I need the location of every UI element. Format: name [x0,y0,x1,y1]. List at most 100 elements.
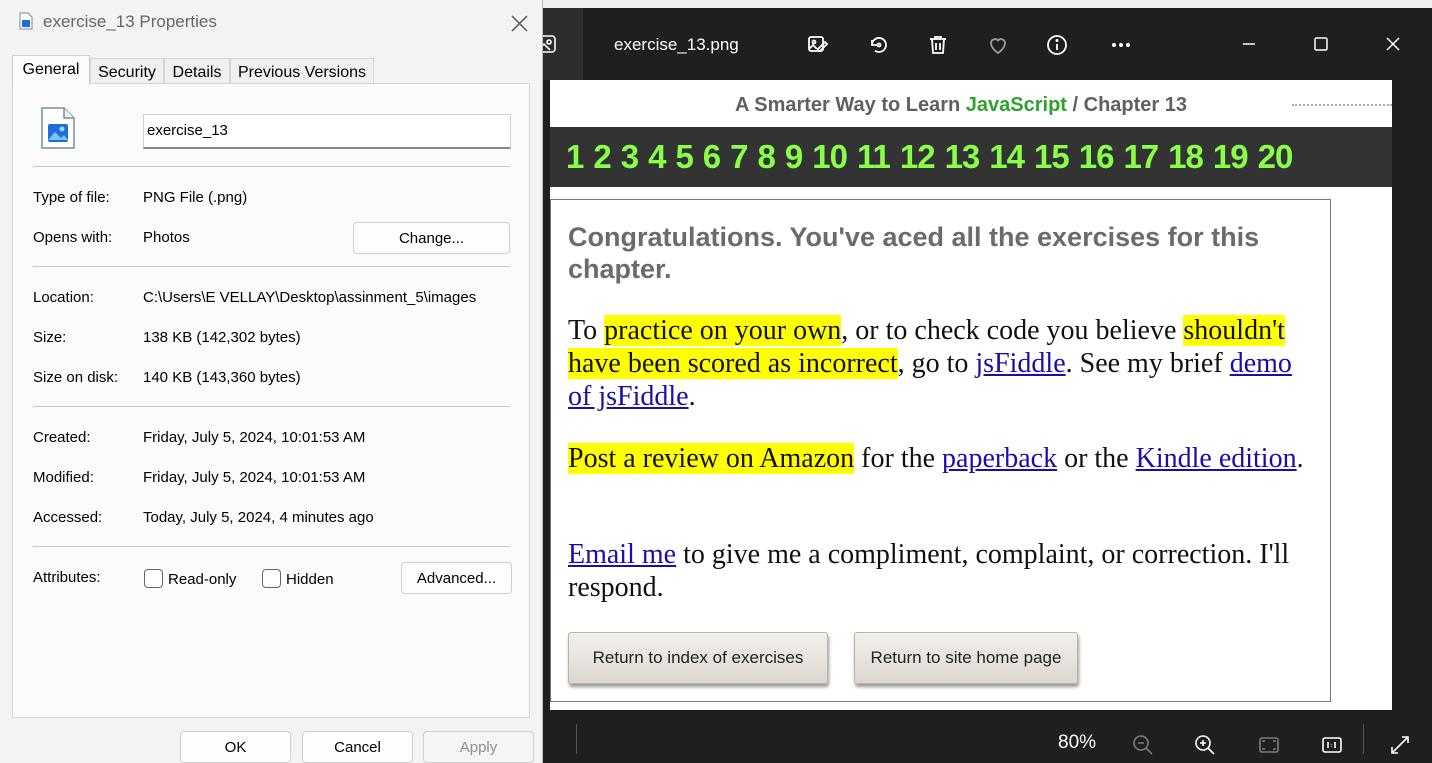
minimize-icon[interactable] [1229,28,1269,60]
favorite-heart-icon[interactable] [981,28,1015,62]
p1-text-a: To [568,315,605,346]
tab-security[interactable]: Security [90,58,164,85]
congrats-box: Congratulations. You've aced all the exe… [550,199,1331,702]
review-paragraph: Post a review on Amazon for the paperbac… [568,442,1308,475]
return-index-button-image: Return to index of exercises [568,632,828,684]
zoom-out-icon[interactable] [1128,730,1158,760]
chapter-number-bar: 1 2 3 4 5 6 7 8 9 10 11 12 13 14 15 16 17 18 19 20 [550,127,1392,187]
chapter-number: 20 [1257,138,1294,175]
congrats-text: Congratulations. You've aced all the exe… [568,222,1260,284]
size-on-disk-value: 140 KB (143,360 bytes) [143,369,301,386]
size-on-disk-label: Size on disk: [33,369,119,386]
paperback-link: paperback [942,443,1058,474]
maximize-icon[interactable] [1301,28,1341,60]
opens-with-value: Photos [143,229,190,246]
chapter-number: 5 [675,138,693,175]
email-link: Email me [568,539,677,570]
photos-filename: exercise_13.png [614,35,739,54]
edit-image-icon[interactable] [801,28,835,62]
chapter-number: 18 [1168,138,1204,175]
chapter-number: 4 [648,138,666,175]
practice-paragraph: To practice on your own, or to check cod… [568,314,1308,413]
dialog-title: exercise_13 Properties [43,12,217,31]
photos-titlebar: exercise_13.png [538,8,1432,80]
chapter-number: 3 [620,138,639,175]
header-javascript: JavaScript [965,94,1067,116]
p3-text: to give me a compliment, complaint, or c… [568,539,1290,603]
separator [33,406,510,407]
chapter-number: 19 [1212,138,1249,175]
separator [33,546,510,547]
chapter-number: 1 [566,138,584,175]
p2-text-b: or the [1057,443,1136,474]
chapter-number: 17 [1123,138,1159,175]
p1-text-c: , go to [897,348,976,379]
image-header: A Smarter Way to Learn JavaScript / Chap… [550,94,1392,117]
cancel-button[interactable]: Cancel [302,731,413,763]
photos-viewer-window: exercise_13.png A Smarter Way to Learn J… [538,8,1432,763]
modified-value: Friday, July 5, 2024, 10:01:53 AM [143,469,366,486]
dotted-line [1292,104,1392,106]
p2-highlight: Post a review on Amazon [568,443,855,474]
file-name-input[interactable]: exercise_13 [143,114,511,149]
size-label: Size: [33,329,67,346]
delete-icon[interactable] [921,28,955,62]
close-window-icon[interactable] [1373,28,1413,60]
chapter-number: 11 [856,138,891,175]
modified-label: Modified: [33,469,94,486]
header-chapter: / Chapter 13 [1066,94,1188,116]
location-label: Location: [33,289,94,306]
p1-text-b: , or to check code you believe [841,315,1184,346]
jsfiddle-link: jsFiddle [975,348,1066,379]
properties-dialog: exercise_13 Properties General Security … [0,0,543,763]
photos-bottom-bar: 80% [543,710,1432,763]
readonly-checkbox[interactable] [144,569,163,588]
change-button[interactable]: Change... [353,222,510,254]
ok-button[interactable]: OK [180,731,291,763]
advanced-button[interactable]: Advanced... [401,562,512,594]
created-value: Friday, July 5, 2024, 10:01:53 AM [143,429,366,446]
email-paragraph: Email me to give me a compliment, compla… [568,538,1308,604]
chapter-number: 12 [899,138,936,175]
return-home-button-image: Return to site home page [854,632,1078,684]
tab-details[interactable]: Details [164,58,230,85]
zoom-level[interactable]: 80% [1058,732,1096,754]
full-screen-icon[interactable] [1385,730,1415,760]
chapter-number: 8 [757,138,776,175]
chapter-number: 9 [784,138,803,175]
kindle-link: Kindle edition [1135,443,1297,474]
attributes-label: Attributes: [33,569,101,586]
hidden-label: Hidden [286,571,334,588]
accessed-label: Accessed: [33,509,103,526]
file-type-icon [40,106,76,150]
chapter-number: 16 [1078,138,1115,175]
location-value: C:\Users\E VELLAY\Desktop\assinment_5\im… [143,289,477,306]
close-dialog-icon[interactable] [504,8,534,38]
info-icon[interactable] [1040,28,1074,62]
more-options-icon[interactable] [1104,28,1138,62]
chapter-number: 2 [593,138,611,175]
tab-previous-versions[interactable]: Previous Versions [230,58,374,85]
zoom-in-icon[interactable] [1190,730,1220,760]
chapter-number: 6 [702,138,721,175]
type-of-file-label: Type of file: [33,189,110,206]
separator [33,166,510,167]
fit-to-window-icon[interactable] [1254,730,1284,760]
separator [33,266,510,267]
photos-app-icon [538,8,583,80]
hidden-checkbox[interactable] [262,569,281,588]
png-file-icon [19,12,33,30]
image-canvas[interactable]: A Smarter Way to Learn JavaScript / Chap… [543,80,1432,710]
chapter-number: 13 [944,138,981,175]
created-label: Created: [33,429,91,446]
type-of-file-value: PNG File (.png) [143,189,248,206]
header-prefix: A Smarter Way to Learn [734,94,966,116]
bottombar-divider [576,724,577,754]
opens-with-label: Opens with: [33,229,113,246]
apply-button[interactable]: Apply [423,731,534,763]
tab-general[interactable]: General [12,55,90,85]
p2-text-a: for the [854,443,943,474]
actual-size-icon[interactable] [1317,730,1347,760]
displayed-image: A Smarter Way to Learn JavaScript / Chap… [550,80,1392,710]
rotate-icon[interactable] [861,28,895,62]
